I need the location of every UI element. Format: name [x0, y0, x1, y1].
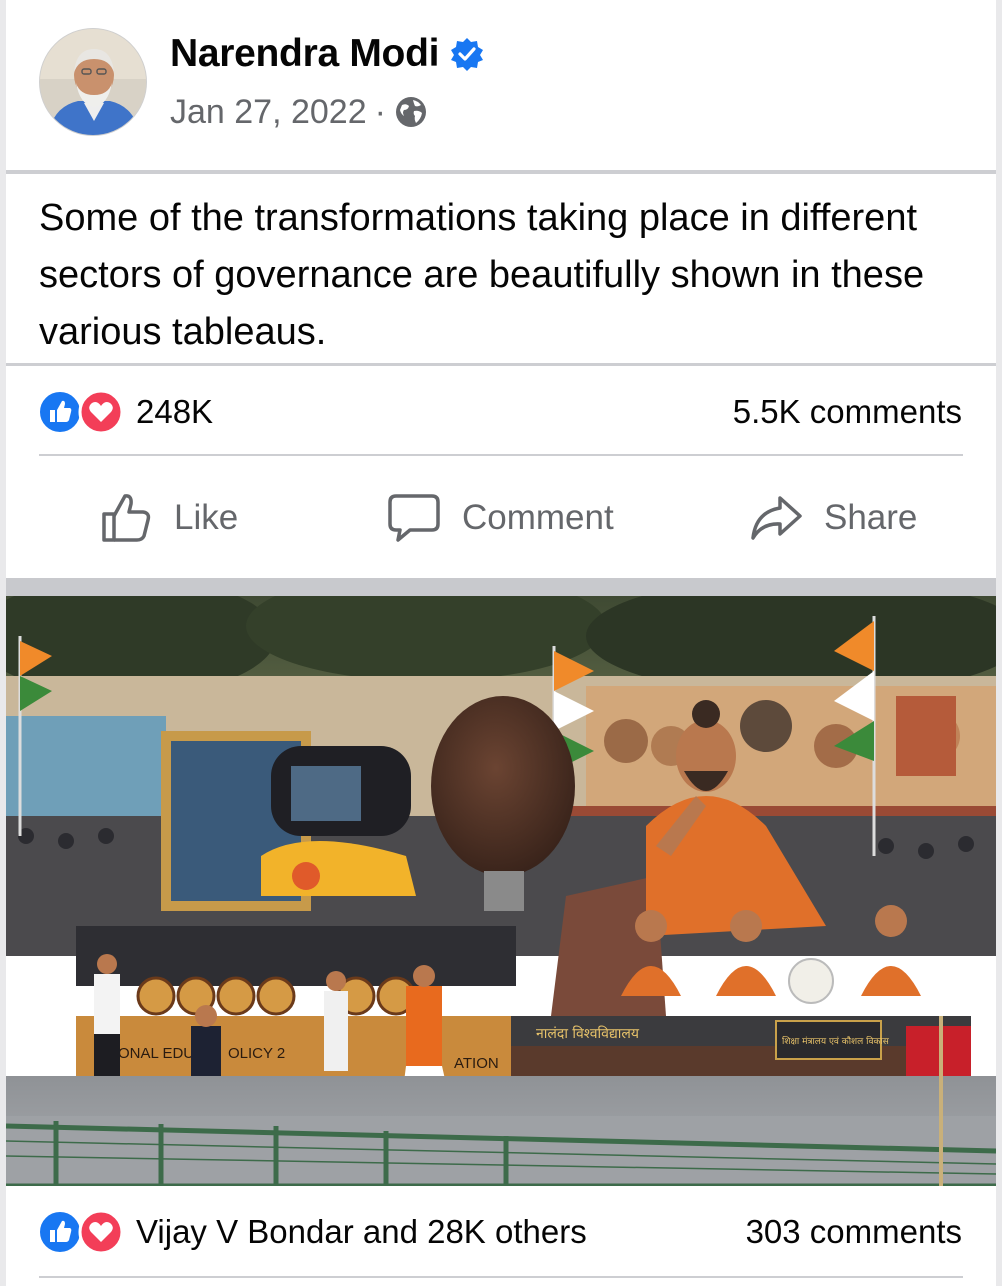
float-hindi-banner: नालंदा विश्वविद्यालय — [536, 1025, 640, 1042]
share-label: Share — [824, 498, 918, 537]
like-label: Like — [174, 498, 239, 537]
photo-reaction-icons[interactable] — [37, 1209, 127, 1255]
text-divider — [6, 363, 996, 366]
globe-icon[interactable] — [394, 95, 428, 129]
post-text: Some of the transformations taking place… — [39, 197, 925, 353]
author-name[interactable]: Narendra Modi — [170, 32, 439, 76]
share-arrow-icon — [751, 496, 802, 540]
reaction-icons[interactable] — [37, 389, 127, 435]
post-card: Narendra Modi Jan 27, 2022 · Some of the… — [6, 0, 996, 1286]
policy-sign-left: ONAL EDU — [118, 1045, 194, 1062]
reaction-count[interactable]: 248K — [136, 391, 213, 433]
policy-sign-right: ATION — [454, 1055, 499, 1072]
like-button[interactable]: Like — [98, 488, 238, 548]
stats-divider — [39, 454, 963, 456]
speech-bubble-icon — [388, 494, 440, 542]
comment-count[interactable]: 5.5K comments — [733, 391, 962, 433]
action-bar: Like Comment Share — [6, 470, 996, 570]
meta-separator: · — [374, 92, 386, 131]
thumbs-up-icon — [102, 494, 151, 542]
comment-label: Comment — [462, 498, 614, 537]
photo-love-reaction-icon — [78, 1209, 124, 1255]
photo-stats: Vijay V Bondar and 28K others 303 commen… — [6, 1201, 996, 1261]
verified-badge-icon — [451, 38, 484, 71]
photo-like-reaction-icon — [38, 1210, 82, 1254]
post-stats: 248K 5.5K comments — [6, 381, 996, 441]
header-divider — [6, 170, 996, 174]
post-header: Narendra Modi Jan 27, 2022 · — [6, 0, 996, 168]
author-row: Narendra Modi — [170, 30, 485, 78]
ministry-plaque: शिक्षा मंत्रालय एवं कौशल विकास — [782, 1035, 890, 1047]
love-reaction-icon — [78, 389, 124, 435]
photo-reactors[interactable]: Vijay V Bondar and 28K others — [136, 1211, 587, 1253]
photo-comment-count[interactable]: 303 comments — [746, 1211, 962, 1253]
share-button[interactable]: Share — [748, 488, 917, 548]
bottom-divider — [39, 1276, 963, 1278]
post-date[interactable]: Jan 27, 2022 — [170, 93, 367, 132]
policy-sign-mid: OLICY 2 — [228, 1045, 285, 1062]
post-photo[interactable]: ONAL EDU OLICY 2 ATION नालंदा विश्वविद्य… — [6, 596, 996, 1186]
author-avatar[interactable] — [39, 28, 147, 136]
like-reaction-icon — [38, 390, 82, 434]
photo-top-band — [6, 578, 996, 596]
comment-button[interactable]: Comment — [386, 488, 614, 548]
post-meta: Jan 27, 2022 · — [170, 90, 428, 134]
